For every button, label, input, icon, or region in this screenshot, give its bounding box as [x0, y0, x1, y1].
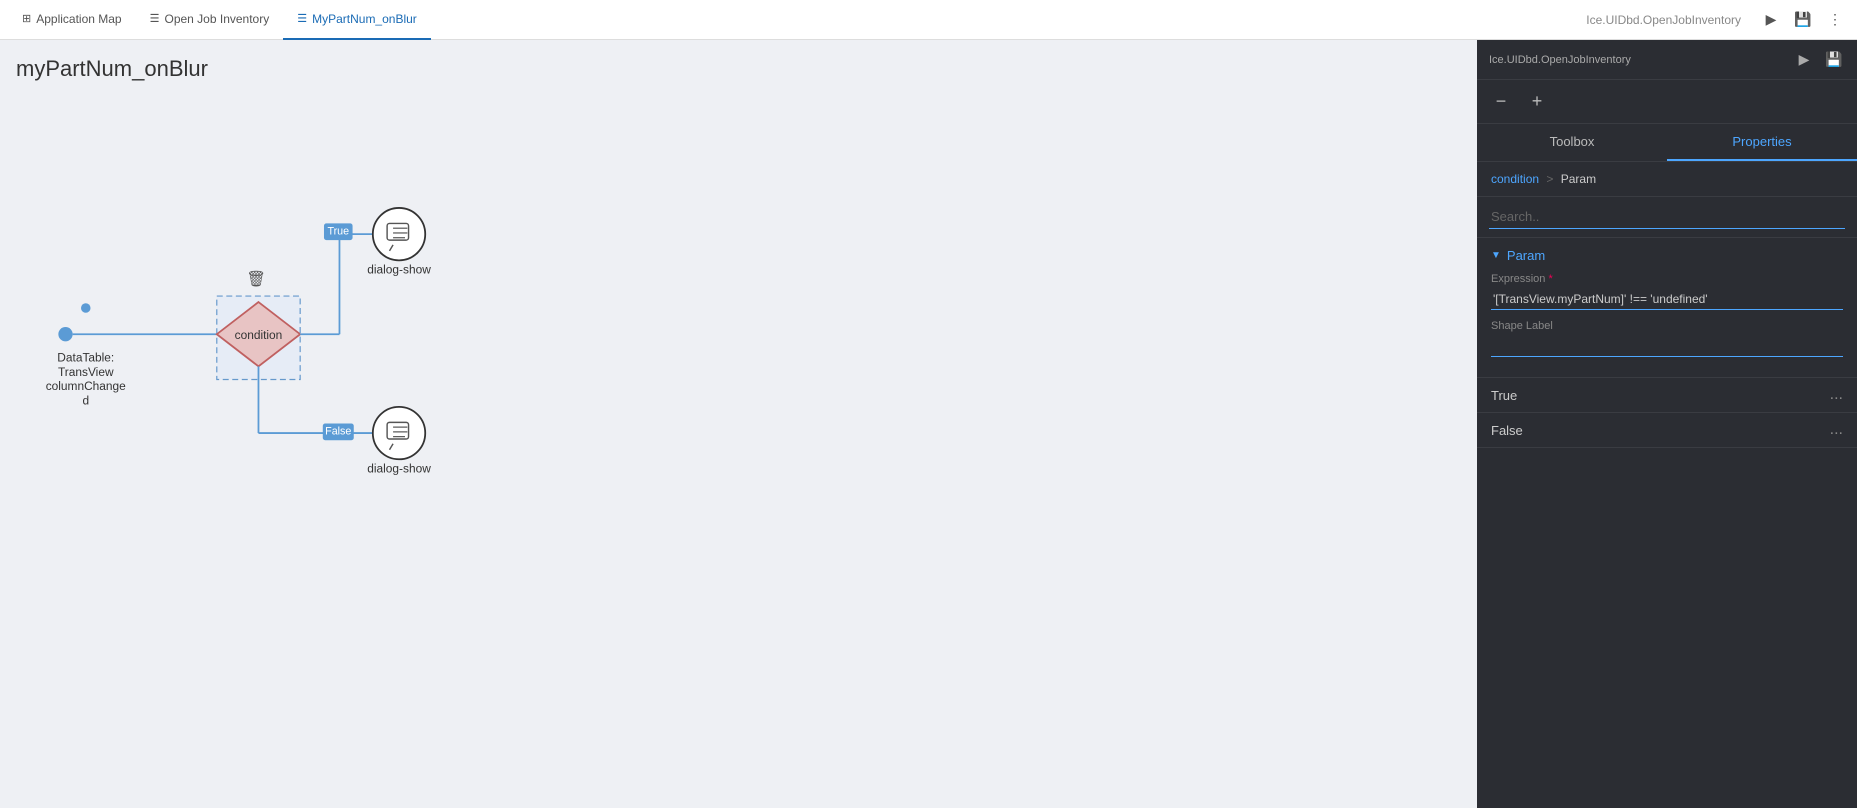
tab-properties[interactable]: Properties	[1667, 124, 1857, 161]
dialog-show-top-label: dialog-show	[367, 262, 431, 276]
tab-open-job[interactable]: ☰ Open Job Inventory	[136, 0, 284, 40]
false-label: False	[1491, 423, 1523, 438]
panel-play-icon[interactable]: ▶	[1793, 49, 1815, 71]
dialog-show-bottom-label: dialog-show	[367, 461, 431, 475]
true-label: True	[1491, 388, 1517, 403]
entry-dot	[58, 327, 72, 341]
entry-dot-small	[81, 303, 91, 313]
false-param-row: False ...	[1477, 413, 1857, 448]
breadcrumb-separator: >	[1546, 172, 1553, 186]
dialog-show-bottom[interactable]	[373, 407, 425, 459]
panel-save-icon[interactable]: 💾	[1823, 49, 1845, 71]
breadcrumb-link[interactable]: condition	[1491, 172, 1539, 186]
more-button[interactable]: ⋮	[1821, 6, 1849, 34]
search-input[interactable]	[1489, 205, 1845, 229]
my-part-icon: ☰	[297, 12, 307, 25]
panel-tabs: Toolbox Properties	[1477, 124, 1857, 162]
svg-text:TransView: TransView	[58, 365, 114, 379]
datatable-label: DataTable:	[57, 351, 114, 365]
shape-label-field-group: Shape Label	[1491, 320, 1843, 357]
tab-toolbox[interactable]: Toolbox	[1477, 124, 1667, 161]
tab-app-map[interactable]: ⊞ Application Map	[8, 0, 136, 40]
true-dots-button[interactable]: ...	[1830, 386, 1843, 404]
svg-text:d: d	[82, 393, 89, 407]
param-section-header[interactable]: ▼ Param	[1491, 248, 1843, 263]
panel-toolbar: − +	[1477, 80, 1857, 124]
shape-label-input[interactable]	[1491, 336, 1843, 357]
true-param-row: True ...	[1477, 378, 1857, 413]
delete-icon[interactable]: 🗑	[246, 270, 266, 288]
breadcrumb: condition > Param	[1477, 162, 1857, 197]
false-badge-text: False	[325, 426, 351, 438]
app-name-label: Ice.UIDbd.OpenJobInventory	[1586, 13, 1753, 27]
top-bar: ⊞ Application Map ☰ Open Job Inventory ☰…	[0, 0, 1857, 40]
condition-label: condition	[235, 328, 283, 342]
required-marker: *	[1548, 273, 1552, 285]
plus-button[interactable]: +	[1525, 90, 1549, 114]
shape-label-label: Shape Label	[1491, 320, 1843, 332]
false-dots-button[interactable]: ...	[1830, 421, 1843, 439]
play-button[interactable]: ▶	[1757, 6, 1785, 34]
search-container	[1477, 197, 1857, 238]
expression-label: Expression *	[1491, 273, 1843, 285]
dialog-show-top[interactable]	[373, 208, 425, 260]
tab-bar: ⊞ Application Map ☰ Open Job Inventory ☰…	[8, 0, 431, 40]
app-map-icon: ⊞	[22, 12, 31, 25]
true-badge-text: True	[327, 226, 349, 238]
diagram-svg: DataTable: TransView columnChange d cond…	[0, 40, 1477, 808]
svg-text:columnChange: columnChange	[46, 379, 126, 393]
right-panel-header: Ice.UIDbd.OpenJobInventory ▶ 💾	[1477, 40, 1857, 80]
tab-my-part[interactable]: ☰ MyPartNum_onBlur	[283, 0, 431, 40]
expression-field-group: Expression *	[1491, 273, 1843, 310]
expression-input[interactable]	[1491, 289, 1843, 310]
open-job-icon: ☰	[150, 12, 160, 25]
breadcrumb-current: Param	[1561, 172, 1596, 186]
panel-header-icons: ▶ 💾	[1793, 49, 1845, 71]
canvas-area[interactable]: myPartNum_onBlur DataTable: TransView co…	[0, 40, 1477, 808]
section-collapse-icon: ▼	[1491, 250, 1501, 261]
param-section: ▼ Param Expression * Shape Label	[1477, 238, 1857, 378]
panel-app-name: Ice.UIDbd.OpenJobInventory	[1489, 54, 1631, 66]
top-bar-right: Ice.UIDbd.OpenJobInventory ▶ 💾 ⋮	[1586, 6, 1857, 34]
save-button[interactable]: 💾	[1789, 6, 1817, 34]
minus-button[interactable]: −	[1489, 90, 1513, 114]
right-panel: Ice.UIDbd.OpenJobInventory ▶ 💾 − + Toolb…	[1477, 40, 1857, 808]
main-layout: myPartNum_onBlur DataTable: TransView co…	[0, 40, 1857, 808]
section-title: Param	[1507, 248, 1545, 263]
